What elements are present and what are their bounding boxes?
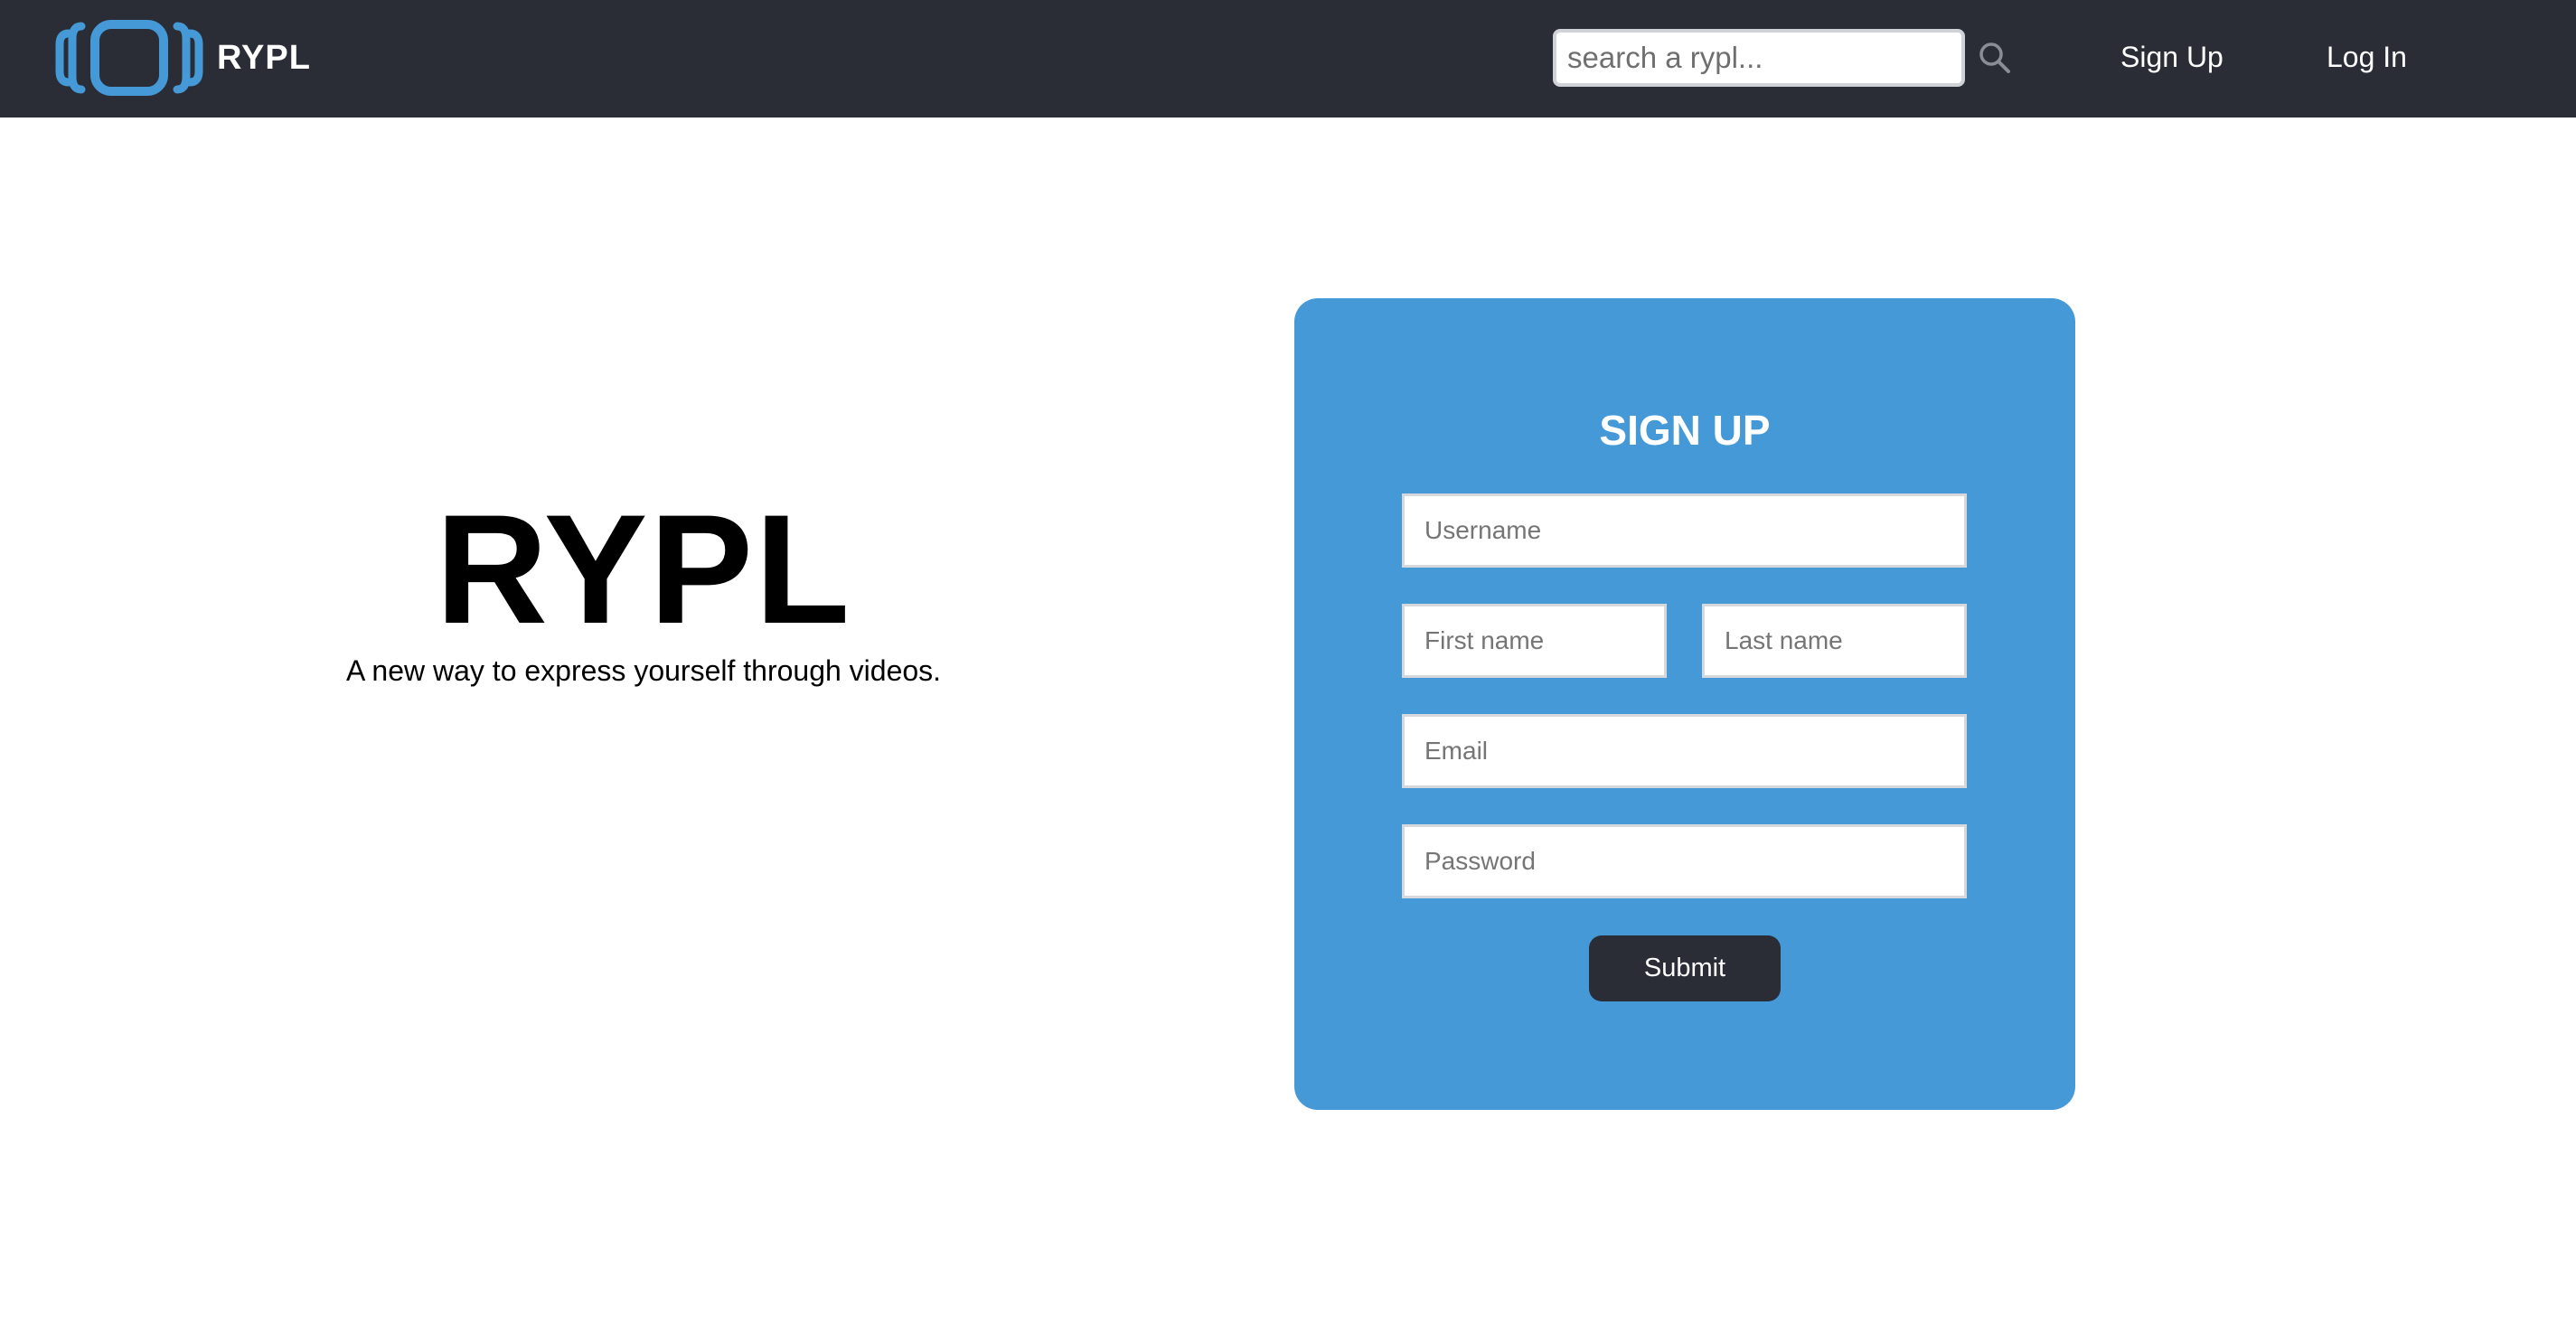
nav-login-link[interactable]: Log In (2327, 34, 2407, 80)
password-field[interactable] (1402, 824, 1967, 898)
search-icon[interactable] (1974, 37, 2016, 79)
top-navbar: RYPL Sign Up Log In (0, 0, 2576, 117)
rypl-logo-icon (54, 19, 204, 97)
search-bar (1553, 29, 2016, 87)
brand-home-link[interactable]: RYPL (54, 14, 311, 101)
brand-name: RYPL (217, 38, 311, 77)
submit-button[interactable]: Submit (1589, 935, 1781, 1001)
hero-tagline: A new way to express yourself through vi… (345, 654, 942, 687)
search-input[interactable] (1553, 29, 1965, 87)
email-field[interactable] (1402, 714, 1967, 788)
first-name-field[interactable] (1402, 604, 1667, 678)
hero-title: RYPL (435, 483, 852, 656)
nav-signup-link[interactable]: Sign Up (2120, 34, 2223, 80)
last-name-field[interactable] (1702, 604, 1967, 678)
username-field[interactable] (1402, 493, 1967, 568)
signup-title: SIGN UP (1599, 407, 1771, 454)
hero-section: RYPL A new way to express yourself throu… (282, 488, 1005, 691)
